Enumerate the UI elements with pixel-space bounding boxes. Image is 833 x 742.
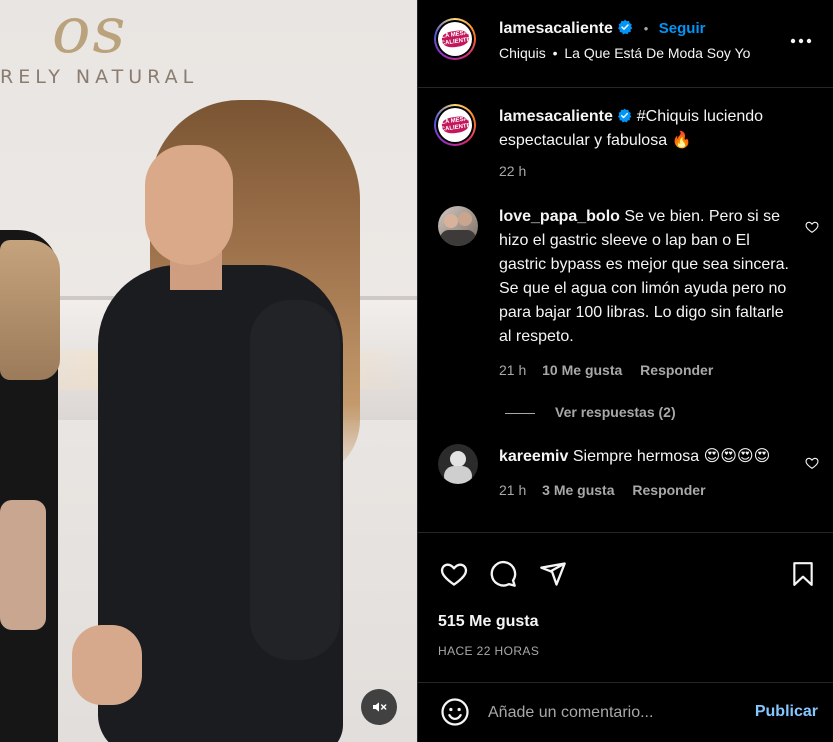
comment-input[interactable]	[488, 701, 738, 725]
comment-likes[interactable]: 10 Me gusta	[542, 362, 622, 378]
comment-text: Se ve bien. Pero si se hizo el gastric s…	[499, 208, 789, 345]
view-replies[interactable]: Ver respuestas (2)	[499, 404, 795, 420]
comment-item: kareemiv Siempre hermosa 😍😍😍😍 21 h 3 Me …	[499, 445, 795, 498]
author-avatar[interactable]: LA MESA CALIENTE	[434, 18, 476, 60]
person-left-hair	[0, 240, 60, 380]
heart-icon[interactable]	[439, 560, 469, 588]
caption: lamesacaliente #Chiquis luciendo especta…	[499, 105, 799, 179]
post-time: HACE 22 HORAS	[438, 644, 540, 658]
audio-artist[interactable]: Chiquis	[499, 45, 546, 61]
publish-button[interactable]: Publicar	[755, 703, 818, 721]
caption-time: 22 h	[499, 163, 527, 179]
replies-divider	[505, 412, 535, 414]
commenter-avatar[interactable]	[438, 444, 478, 484]
brand-logo-small: LA MESA CALIENTE	[438, 108, 472, 142]
comment-time: 21 h	[499, 482, 527, 498]
caption-avatar[interactable]: LA MESA CALIENTE	[434, 104, 476, 146]
author-username[interactable]: lamesacaliente	[499, 20, 613, 37]
view-replies-label[interactable]: Ver respuestas (2)	[555, 404, 676, 420]
verified-badge-icon	[618, 19, 633, 35]
comment-item: love_papa_bolo Se ve bien. Pero si se hi…	[499, 205, 795, 420]
comment-icon[interactable]	[489, 560, 517, 588]
post-header: LA MESA CALIENTE lamesacaliente • Seguir …	[418, 0, 833, 88]
person-hands	[72, 625, 142, 705]
comment-composer: Publicar	[418, 682, 833, 742]
person-left-arm	[0, 500, 46, 630]
comment-likes[interactable]: 3 Me gusta	[542, 482, 614, 498]
comment-username[interactable]: kareemiv	[499, 448, 568, 465]
post-actions: 515 Me gusta HACE 22 HORAS	[418, 532, 833, 682]
caption-username[interactable]: lamesacaliente	[499, 108, 613, 125]
more-options-icon	[790, 38, 812, 44]
post-media[interactable]: os RELY NATURAL	[0, 0, 417, 742]
bookmark-icon[interactable]	[790, 560, 816, 588]
person-face	[145, 145, 233, 265]
comments-section[interactable]: LA MESA CALIENTE lamesacaliente #Chiquis …	[418, 88, 833, 532]
person-arm	[250, 300, 340, 660]
more-options-button[interactable]	[788, 28, 814, 54]
wall-signage-text: RELY NATURAL	[0, 66, 199, 88]
brand-logo: LA MESA CALIENTE	[438, 22, 472, 56]
comment-like-heart-icon[interactable]	[805, 456, 819, 470]
follow-button[interactable]: Seguir	[659, 20, 706, 37]
comment-username[interactable]: love_papa_bolo	[499, 208, 620, 225]
emoji-icon[interactable]	[440, 697, 470, 727]
likes-count[interactable]: 515 Me gusta	[438, 613, 538, 631]
header-separator: •	[643, 21, 649, 36]
verified-badge-icon	[618, 108, 632, 123]
reply-button[interactable]: Responder	[632, 482, 705, 498]
audio-separator: •	[552, 45, 558, 61]
wall-logo-text: os	[52, 0, 128, 68]
comment-like-heart-icon[interactable]	[805, 220, 819, 234]
reply-button[interactable]: Responder	[640, 362, 713, 378]
post-side-panel: LA MESA CALIENTE lamesacaliente • Seguir …	[417, 0, 833, 742]
share-icon[interactable]	[539, 560, 567, 588]
audio-title[interactable]: La Que Está De Moda Soy Yo	[564, 45, 750, 61]
comment-text: Siempre hermosa 😍😍😍😍	[572, 448, 771, 465]
speaker-muted-icon	[373, 702, 387, 712]
comment-time: 21 h	[499, 362, 527, 378]
commenter-avatar[interactable]	[438, 206, 478, 246]
audio-info[interactable]: Chiquis • La Que Está De Moda Soy Yo	[499, 45, 750, 61]
mute-button[interactable]	[361, 689, 397, 725]
